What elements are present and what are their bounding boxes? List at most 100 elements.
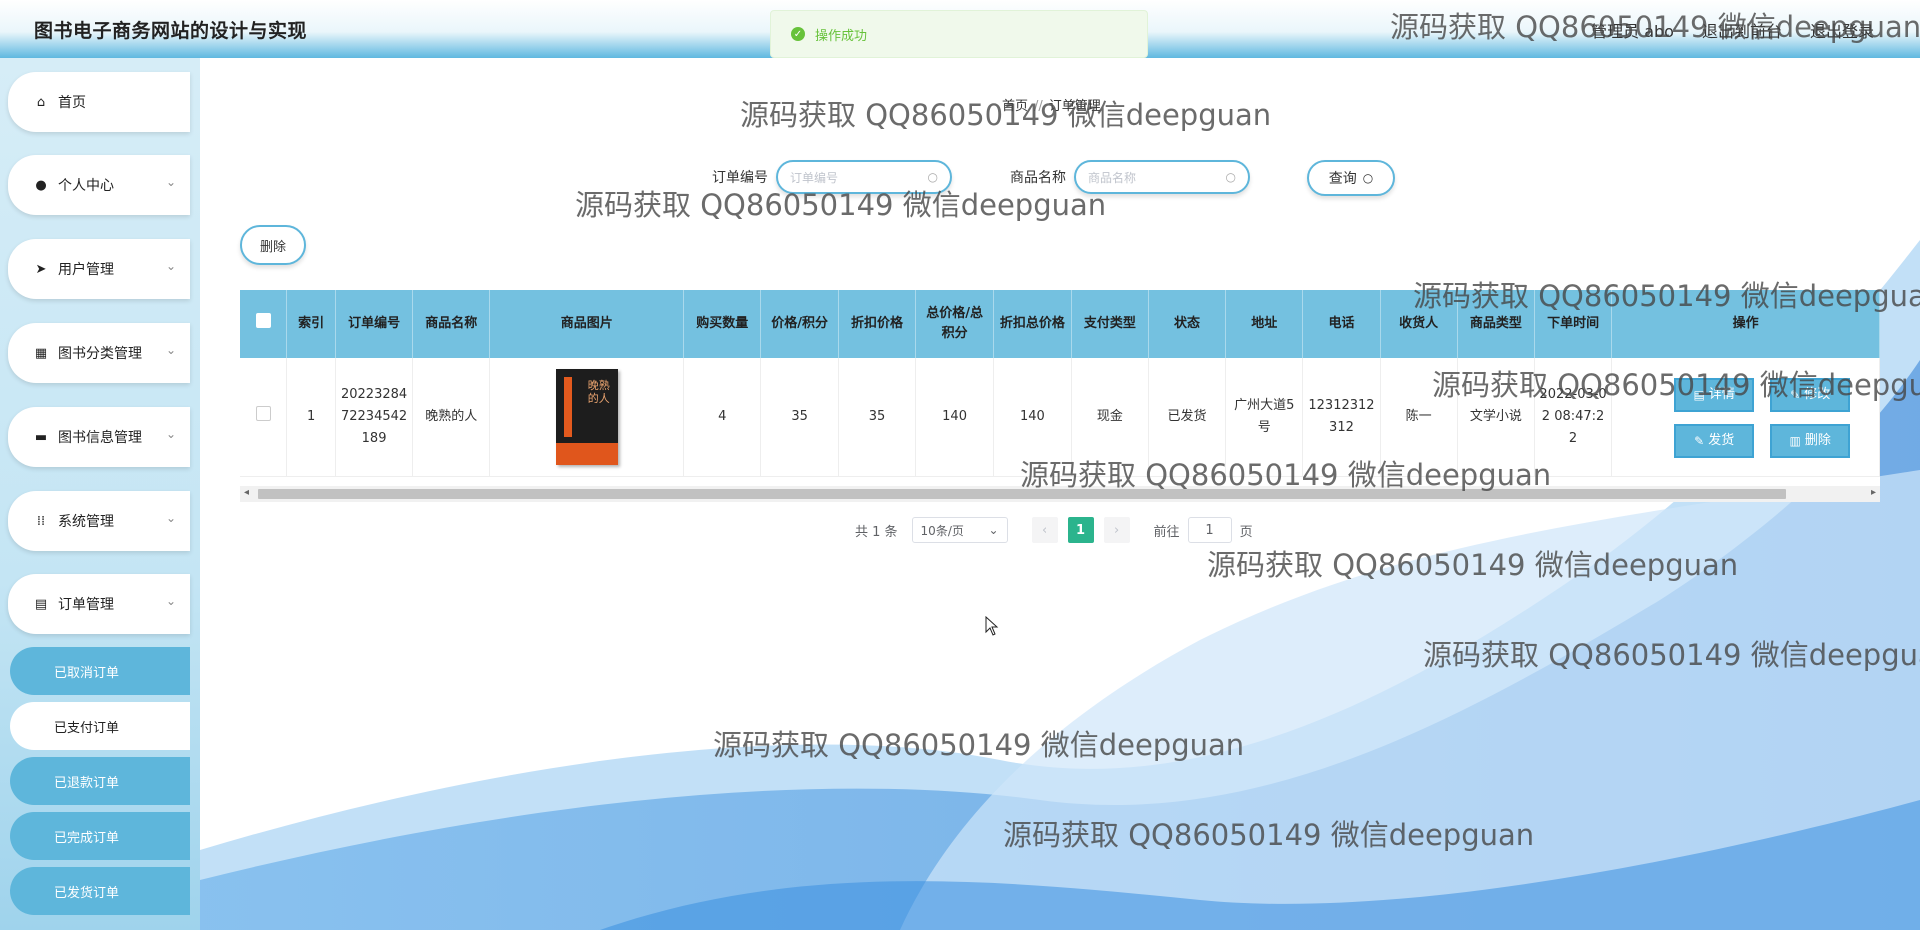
cell-receiver: 陈一 [1380,358,1458,477]
column-header: 商品名称 [412,290,491,358]
grid-icon: ▦ [34,345,48,361]
sidebar-item-label: 首页 [58,95,86,111]
select-all-checkbox[interactable] [255,313,271,328]
edit-button[interactable]: ✎ 修改 [1770,378,1851,412]
breadcrumb-current: 订单管理 [1048,99,1101,114]
page-number-button[interactable]: 1 [1067,517,1094,543]
search-icon: ○ [927,170,938,184]
sidebar-sub-cancelled-orders[interactable]: 已取消订单 [10,647,190,695]
sidebar: ⌂ 首页 ● 个人中心 ⌄ ➤ 用户管理 ⌄ ▦ 图书分类管理 ⌄ ▬ 图书信息… [0,58,200,930]
pencil-icon: ✎ [1790,388,1801,402]
table-header-row: 索引 订单编号 商品名称 商品图片 购买数量 价格/积分 折扣价格 总价格/总积… [240,290,1880,358]
cell-product-name: 晚熟的人 [412,358,491,477]
cell-order-time: 2022-03-02 08:47:22 [1534,358,1613,477]
column-header: 总价格/总积分 [915,290,994,358]
sidebar-item-label: 系统管理 [58,514,114,530]
sidebar-item-orders[interactable]: ▤ 订单管理 ⌄ [8,574,190,634]
cell-discount-price: 35 [838,358,917,477]
delete-button[interactable]: ▥ 删除 [1770,424,1851,458]
next-page-button[interactable]: › [1103,517,1130,543]
success-toast: ✓ 操作成功 [770,10,1148,58]
scroll-right-icon[interactable]: ▸ [1871,487,1876,498]
cell-pay-type: 现金 [1071,358,1149,477]
column-header: 状态 [1148,290,1227,358]
user-icon: ● [35,177,47,193]
product-name-placeholder: 商品名称 [1088,170,1137,185]
sidebar-item-label: 个人中心 [58,178,114,194]
front-link[interactable]: 退出到前台 [1702,18,1782,42]
book-cover-image[interactable]: 晚熟的人 [555,369,618,465]
table-row: 1 202232847223454218​9 晚熟的人 晚熟的人 4 35 35… [240,358,1880,477]
goto-page-input[interactable]: 1 [1187,517,1232,543]
briefcase-icon: ▬ [34,429,48,445]
send-icon: ➤ [35,261,47,277]
sidebar-sub-shipped-orders[interactable]: 已发货订单 [10,867,190,915]
goto-prefix: 前往 [1153,524,1180,540]
pencil-icon: ✎ [1694,434,1705,448]
sidebar-item-home[interactable]: ⌂ 首页 [8,72,190,132]
detail-label: 详情 [1708,387,1735,402]
search-icon: ○ [1225,170,1236,184]
ship-label: 发货 [1708,433,1735,448]
sidebar-item-book-info[interactable]: ▬ 图书信息管理 ⌄ [8,407,190,467]
delete-label: 删除 [1804,433,1831,448]
page-size-select[interactable]: 10条/页 ⌄ [911,517,1008,543]
sidebar-sub-refunded-orders[interactable]: 已退款订单 [10,757,190,805]
column-header: 折扣价格 [838,290,917,358]
query-button[interactable]: 查询 ○ [1307,160,1395,196]
breadcrumb-separator: // [1034,99,1043,114]
column-header: 支付类型 [1071,290,1149,358]
column-header: 商品图片 [489,290,685,358]
sidebar-item-label: 用户管理 [58,262,114,278]
cell-price: 35 [760,358,839,477]
sidebar-item-label: 订单管理 [58,597,114,613]
column-header: 收货人 [1380,290,1458,358]
chevron-down-icon: ⌄ [165,511,176,525]
column-header: 地址 [1225,290,1304,358]
column-header: 电话 [1302,290,1381,358]
cell-order-no: 202232847223454218​9 [335,358,414,477]
row-select-cell[interactable] [240,358,288,477]
ship-button[interactable]: ✎ 发货 [1674,424,1755,458]
cell-category: 文学小说 [1457,358,1535,477]
prev-page-button[interactable]: ‹ [1031,517,1058,543]
chevron-down-icon: ⌄ [165,343,176,357]
sidebar-sub-completed-orders[interactable]: 已完成订单 [10,812,190,860]
cell-status: 已发货 [1148,358,1227,477]
batch-delete-button[interactable]: 删除 [240,225,306,265]
column-header: 操作 [1611,290,1880,358]
order-no-input[interactable]: 订单编号 ○ [776,160,952,194]
cell-address: 广州大道5号 [1225,358,1304,477]
order-no-search: 订单编号 订单编号 ○ [712,160,952,194]
pagination-total: 共 1 条 [855,524,898,540]
sidebar-item-label: 图书信息管理 [58,430,142,446]
product-name-label: 商品名称 [1010,170,1066,186]
chevron-down-icon: ⌄ [165,259,176,273]
column-header: 索引 [286,290,336,358]
cell-total: 140 [915,358,994,477]
horizontal-scrollbar[interactable]: ◂ ▸ [240,486,1880,502]
search-icon: ○ [1362,171,1374,185]
logout-link[interactable]: 退出登录 [1810,18,1874,42]
product-name-search: 商品名称 商品名称 ○ [1010,160,1250,194]
sidebar-sub-paid-orders[interactable]: 已支付订单 [10,702,190,750]
row-checkbox[interactable] [255,405,271,421]
edit-label: 修改 [1804,387,1831,402]
scrollbar-thumb[interactable] [258,489,1786,499]
chevron-down-icon: ⌄ [988,523,999,537]
goto-suffix: 页 [1239,524,1253,540]
sidebar-item-profile[interactable]: ● 个人中心 ⌄ [8,155,190,215]
detail-button[interactable]: ▤ 详情 [1674,378,1755,412]
breadcrumb-home[interactable]: 首页 [1002,99,1028,114]
sidebar-item-system[interactable]: ⁞⁞ 系统管理 ⌄ [8,491,190,551]
chevron-down-icon: ⌄ [165,594,176,608]
scroll-left-icon[interactable]: ◂ [244,487,249,498]
cell-index: 1 [286,358,336,477]
select-all-cell[interactable] [240,290,288,358]
sidebar-item-users[interactable]: ➤ 用户管理 ⌄ [8,239,190,299]
book-cover-title: 晚熟的人 [587,379,610,405]
apps-icon: ⁞⁞ [36,513,46,529]
column-header: 折扣总价格 [993,290,1072,358]
sidebar-item-book-category[interactable]: ▦ 图书分类管理 ⌄ [8,323,190,383]
product-name-input[interactable]: 商品名称 ○ [1074,160,1250,194]
